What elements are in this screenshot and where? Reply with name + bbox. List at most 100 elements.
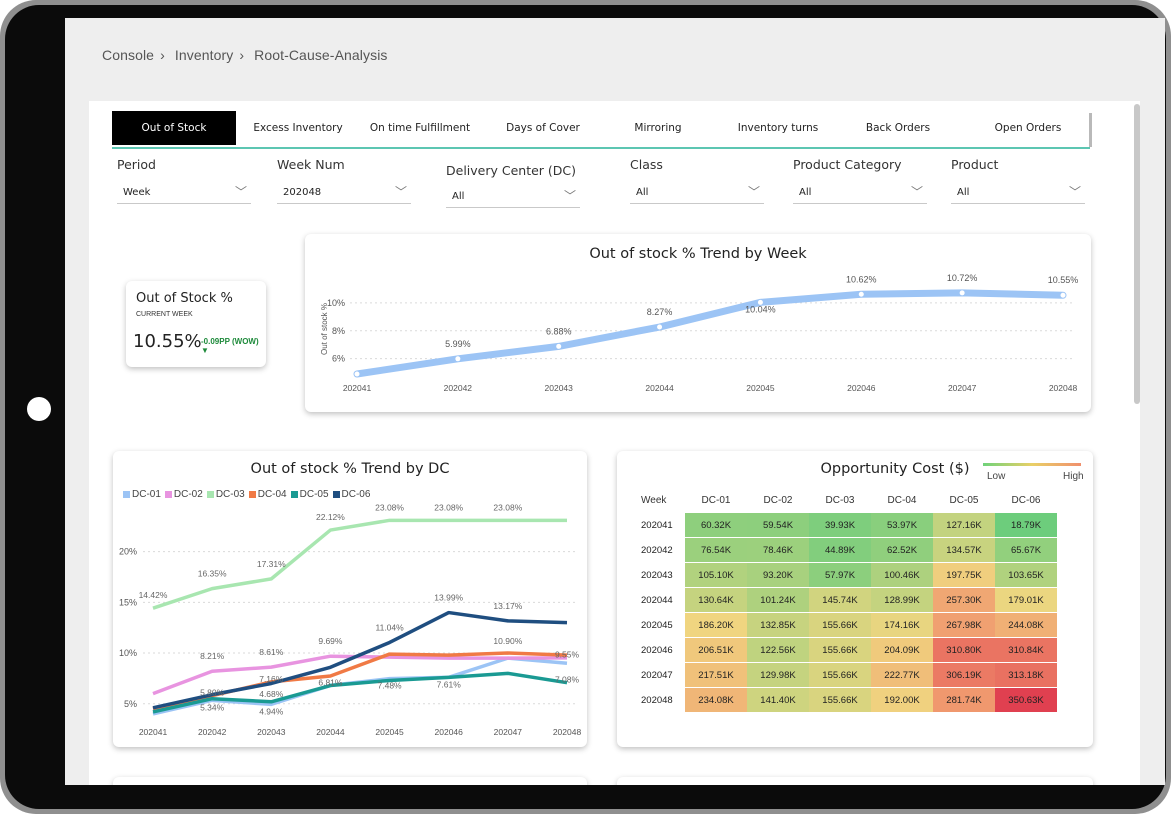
tab-excess-inventory[interactable]: Excess Inventory	[242, 111, 354, 145]
week-num-value: 202048	[283, 187, 322, 198]
x-tick-label: 202041	[139, 727, 168, 737]
heatmap-cell[interactable]: 217.51K	[685, 662, 747, 688]
heatmap-cell[interactable]: 234.08K	[685, 687, 747, 713]
legend-low-label: Low	[987, 471, 1006, 482]
tab-open-orders[interactable]: Open Orders	[968, 111, 1088, 145]
heatmap-cell[interactable]: 281.74K	[933, 687, 995, 713]
heatmap-cell[interactable]: 174.16K	[871, 612, 933, 638]
chevron-down-icon: ﹀	[234, 185, 247, 199]
data-label: 10.55%	[1048, 275, 1079, 285]
heatmap-cell[interactable]: 155.66K	[809, 637, 871, 663]
heatmap-cell[interactable]: 103.65K	[995, 562, 1057, 588]
y-tick-label: 6%	[332, 354, 345, 364]
tab-days-of-cover[interactable]: Days of Cover	[488, 111, 598, 145]
heatmap-cell[interactable]: 44.89K	[809, 537, 871, 563]
data-point[interactable]	[455, 356, 461, 362]
week-header[interactable]: Week	[637, 487, 685, 513]
tab-back-orders[interactable]: Back Orders	[846, 111, 950, 145]
data-label: 23.08%	[434, 502, 463, 512]
dc-dropdown[interactable]: All ﹀	[446, 185, 580, 208]
heatmap-cell[interactable]: 62.52K	[871, 537, 933, 563]
chevron-down-icon: ﹀	[747, 185, 760, 199]
data-point[interactable]	[858, 291, 864, 297]
heatmap-cell[interactable]: 128.99K	[871, 587, 933, 613]
heatmap-cell[interactable]: 145.74K	[809, 587, 871, 613]
product-category-dropdown[interactable]: All ﹀	[793, 181, 927, 204]
column-header[interactable]: DC-03	[809, 487, 871, 513]
column-header[interactable]: DC-05	[933, 487, 995, 513]
tab-bar-shadow	[1089, 113, 1092, 147]
data-point[interactable]	[1060, 292, 1066, 298]
column-header[interactable]: DC-02	[747, 487, 809, 513]
data-label: 8.21%	[200, 651, 225, 661]
heatmap-cell[interactable]: 60.32K	[685, 513, 747, 538]
data-label: 7.48%	[378, 681, 403, 691]
class-dropdown[interactable]: All ﹀	[630, 181, 764, 204]
heatmap-cell[interactable]: 155.66K	[809, 662, 871, 688]
heatmap-cell[interactable]: 257.30K	[933, 587, 995, 613]
heatmap-cell[interactable]: 130.64K	[685, 587, 747, 613]
heatmap-cell[interactable]: 350.63K	[995, 687, 1057, 713]
data-label: 10.62%	[846, 274, 877, 284]
heatmap-cell[interactable]: 313.18K	[995, 662, 1057, 688]
heatmap-cell[interactable]: 101.24K	[747, 587, 809, 613]
heatmap-cell[interactable]: 186.20K	[685, 612, 747, 638]
x-tick-label: 202046	[435, 727, 464, 737]
heatmap-cell[interactable]: 122.56K	[747, 637, 809, 663]
week-cell: 202048	[637, 687, 685, 713]
breadcrumb-inventory[interactable]: Inventory	[175, 47, 234, 63]
tab-inventory-turns[interactable]: Inventory turns	[720, 111, 836, 145]
week-cell: 202045	[637, 612, 685, 638]
x-tick-label: 202044	[316, 727, 345, 737]
data-point[interactable]	[354, 371, 360, 377]
heatmap-cell[interactable]: 127.16K	[933, 513, 995, 538]
heatmap-cell[interactable]: 18.79K	[995, 513, 1057, 538]
week-num-dropdown[interactable]: 202048 ﹀	[277, 181, 411, 204]
heatmap-cell[interactable]: 132.85K	[747, 612, 809, 638]
heatmap-cell[interactable]: 244.08K	[995, 612, 1057, 638]
column-header[interactable]: DC-04	[871, 487, 933, 513]
heatmap-cell[interactable]: 59.54K	[747, 513, 809, 538]
heatmap-cell[interactable]: 129.98K	[747, 662, 809, 688]
period-dropdown[interactable]: Week ﹀	[117, 181, 251, 204]
breadcrumb-console[interactable]: Console	[102, 47, 154, 63]
product-dropdown[interactable]: All ﹀	[951, 181, 1085, 204]
heatmap-cell[interactable]: 76.54K	[685, 537, 747, 563]
scrollbar[interactable]	[1134, 104, 1140, 404]
data-point[interactable]	[959, 290, 965, 296]
heatmap-cell[interactable]: 267.98K	[933, 612, 995, 638]
period-label: Period	[117, 157, 156, 172]
home-button[interactable]	[27, 397, 51, 421]
tab-mirroring[interactable]: Mirroring	[608, 111, 708, 145]
heatmap-cell[interactable]: 204.09K	[871, 637, 933, 663]
data-point[interactable]	[556, 343, 562, 349]
heatmap-cell[interactable]: 192.00K	[871, 687, 933, 713]
heatmap-cell[interactable]: 222.77K	[871, 662, 933, 688]
heatmap-row: 202041 60.32K 59.54K 39.93K 53.97K 127.16K 18.…	[637, 513, 1057, 538]
heatmap-cell[interactable]: 155.66K	[809, 612, 871, 638]
heatmap-cell[interactable]: 65.67K	[995, 537, 1057, 563]
column-header[interactable]: DC-06	[995, 487, 1057, 513]
heatmap-cell[interactable]: 57.97K	[809, 562, 871, 588]
heatmap-cell[interactable]: 105.10K	[685, 562, 747, 588]
heatmap-cell[interactable]: 155.66K	[809, 687, 871, 713]
heatmap-cell[interactable]: 141.40K	[747, 687, 809, 713]
data-point[interactable]	[657, 324, 663, 330]
heatmap-cell[interactable]: 206.51K	[685, 637, 747, 663]
report-panel: Out of Stock Excess Inventory On time Fu…	[89, 101, 1140, 785]
heatmap-cell[interactable]: 100.46K	[871, 562, 933, 588]
heatmap-cell[interactable]: 78.46K	[747, 537, 809, 563]
heatmap-cell[interactable]: 134.57K	[933, 537, 995, 563]
heatmap-cell[interactable]: 93.20K	[747, 562, 809, 588]
tab-on-time-fulfillment[interactable]: On time Fulfillment	[360, 111, 480, 145]
heatmap-cell[interactable]: 39.93K	[809, 513, 871, 538]
heatmap-cell[interactable]: 310.84K	[995, 637, 1057, 663]
heatmap-cell[interactable]: 197.75K	[933, 562, 995, 588]
product-category-label: Product Category	[793, 157, 902, 172]
heatmap-cell[interactable]: 179.01K	[995, 587, 1057, 613]
column-header[interactable]: DC-01	[685, 487, 747, 513]
tab-out-of-stock[interactable]: Out of Stock	[112, 111, 236, 145]
heatmap-cell[interactable]: 53.97K	[871, 513, 933, 538]
heatmap-cell[interactable]: 306.19K	[933, 662, 995, 688]
heatmap-cell[interactable]: 310.80K	[933, 637, 995, 663]
